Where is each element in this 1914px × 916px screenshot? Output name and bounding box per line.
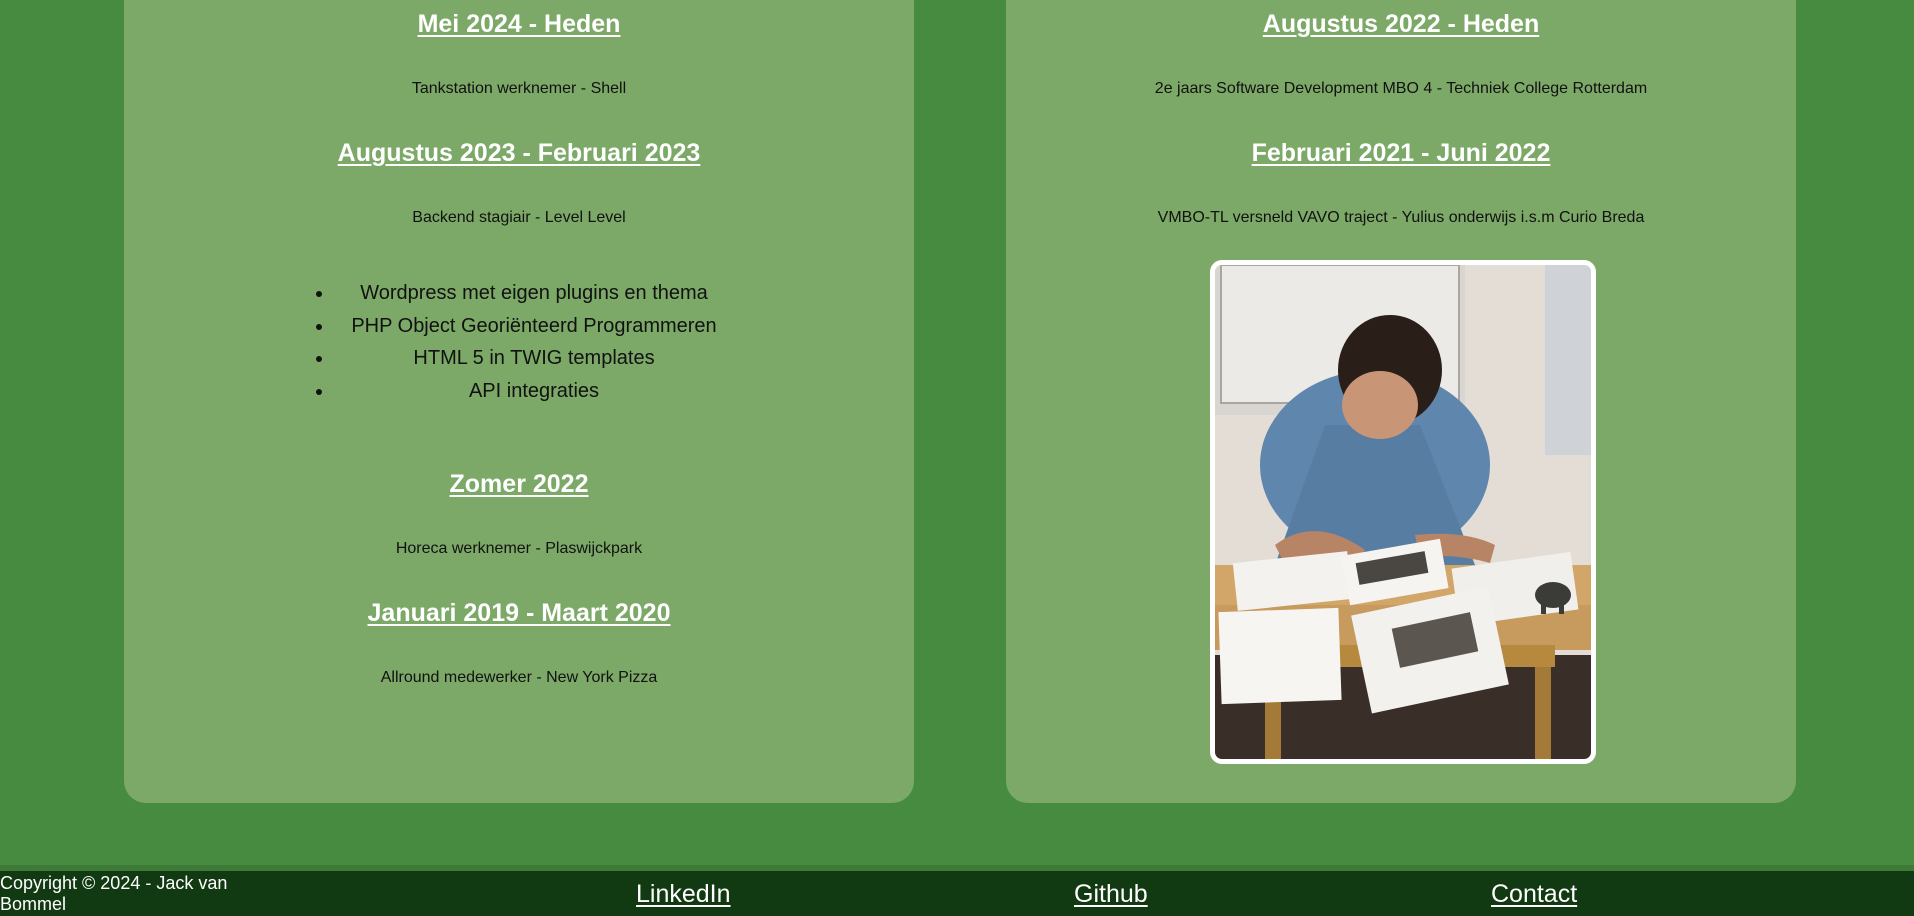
period-heading: Augustus 2022 - Heden (1262, 10, 1540, 38)
role-text: 2e jaars Software Development MBO 4 - Te… (1154, 80, 1648, 97)
role-text: Allround medewerker - New York Pizza (380, 669, 658, 686)
copyright-text: Copyright © 2024 - Jack van Bommel (0, 873, 228, 914)
skill-item: API integraties (334, 375, 734, 408)
period-heading: Februari 2021 - Juni 2022 (1251, 139, 1551, 167)
github-link[interactable]: Github (1074, 880, 1148, 909)
skills-list: Wordpress met eigen plugins en thema PHP… (314, 277, 734, 407)
role-text: Tankstation werknemer - Shell (411, 80, 627, 97)
period-heading: Januari 2019 - Maart 2020 (367, 599, 671, 627)
education-panel: Augustus 2022 - Heden 2e jaars Software … (1006, 0, 1796, 803)
student-writing-at-desk-photo (1210, 260, 1596, 764)
role-text: VMBO-TL versneld VAVO traject - Yulius o… (1157, 209, 1645, 226)
contact-link[interactable]: Contact (1491, 880, 1577, 909)
work-experience-panel: Mei 2024 - Heden Tankstation werknemer -… (124, 0, 914, 803)
role-text: Horeca werknemer - Plaswijckpark (395, 540, 643, 557)
skill-item: HTML 5 in TWIG templates (334, 342, 734, 375)
linkedin-link[interactable]: LinkedIn (636, 880, 731, 909)
period-heading: Augustus 2023 - Februari 2023 (337, 139, 701, 167)
period-heading: Zomer 2022 (449, 470, 589, 498)
role-text: Backend stagiair - Level Level (412, 209, 626, 226)
skill-item: Wordpress met eigen plugins en thema (334, 277, 734, 310)
skill-item: PHP Object Georiënteerd Programmeren (334, 310, 734, 343)
period-heading: Mei 2024 - Heden (417, 10, 621, 38)
footer: Copyright © 2024 - Jack van Bommel Linke… (0, 871, 1914, 916)
